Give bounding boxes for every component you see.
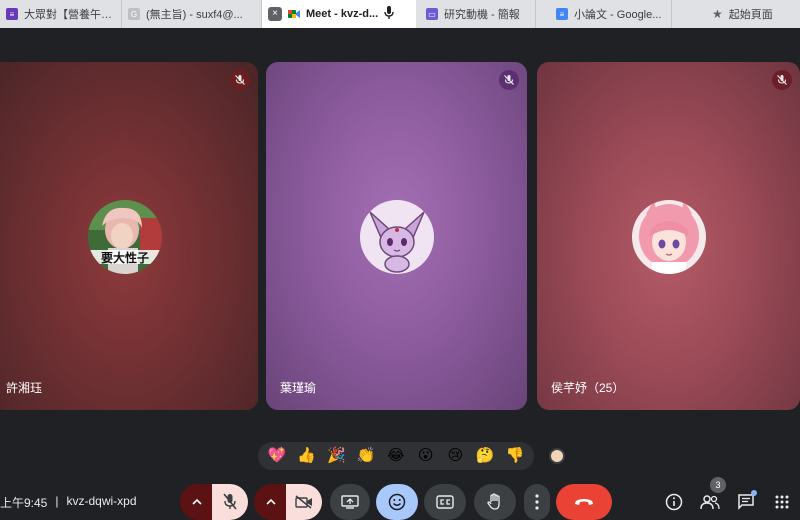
tab-title: (無主旨) - suxf4@... xyxy=(146,9,243,21)
people-count-badge: 3 xyxy=(710,477,726,493)
close-tab-icon[interactable]: × xyxy=(268,7,282,21)
emoji-icon xyxy=(388,493,406,511)
chat-notification-dot xyxy=(751,490,757,496)
meeting-separator: | xyxy=(55,494,59,508)
reaction-surprised[interactable]: 😮 xyxy=(415,445,437,467)
video-options-button[interactable] xyxy=(254,484,288,520)
more-vert-icon xyxy=(535,494,539,510)
closed-captions-icon xyxy=(436,495,454,509)
raise-hand-icon xyxy=(487,493,500,510)
tab-forms[interactable]: ≡ 大眾對【營養午餐種... xyxy=(0,0,122,28)
reaction-clap[interactable]: 👏 xyxy=(355,445,377,467)
tab-slides[interactable]: ▭ 研究動機 - 簡報 xyxy=(416,0,536,28)
participant-tile[interactable]: 葉瑾瑜 xyxy=(266,62,527,410)
present-icon xyxy=(341,495,359,509)
hang-up-icon xyxy=(575,499,593,505)
raise-hand-button[interactable] xyxy=(474,484,516,520)
reaction-party-popper[interactable]: 🎉 xyxy=(325,445,347,467)
tab-title: 小論文 - Google... xyxy=(574,9,662,21)
avatar-caption: 要大性子 xyxy=(100,251,149,265)
meet-icon xyxy=(288,8,300,20)
reactions-bar: 💖 👍 🎉 👏 😂 😮 😢 🤔 👎 xyxy=(258,442,534,470)
more-options-button[interactable] xyxy=(524,484,550,520)
mic-off-icon xyxy=(772,70,792,90)
activities-button[interactable] xyxy=(769,489,795,515)
grid-icon xyxy=(775,495,789,509)
meeting-stage: 要大性子 許湘珏 葉瑾瑜 侯芊妤（25） 💖 👍 🎉 👏 😂 😮 😢 🤔 👎 上… xyxy=(0,28,800,520)
tab-gmail[interactable]: G (無主旨) - suxf4@... xyxy=(122,0,262,28)
star-icon: ★ xyxy=(712,7,723,21)
tab-title: Meet - kvz-d... xyxy=(306,8,379,20)
present-screen-button[interactable] xyxy=(330,484,370,520)
meeting-details-button[interactable] xyxy=(661,489,687,515)
slides-icon: ▭ xyxy=(426,8,438,20)
reactions-button[interactable] xyxy=(376,484,418,520)
meeting-info: 上午9:45 | kvz-dqwi-xpd xyxy=(0,494,137,511)
microphone-toggle-button[interactable] xyxy=(212,484,248,520)
chevron-up-icon xyxy=(192,498,202,505)
tab-title: 起始頁面 xyxy=(728,9,773,21)
participant-name: 侯芊妤（25） xyxy=(551,381,625,395)
tab-meet[interactable]: × Meet - kvz-d... xyxy=(262,0,416,28)
tab-start-page[interactable]: ★ 起始頁面 xyxy=(672,0,800,28)
audio-options-button[interactable] xyxy=(180,484,214,520)
tab-title: 大眾對【營養午餐種... xyxy=(24,9,115,21)
person-avatar: 要大性子 xyxy=(88,200,162,274)
reaction-heart[interactable]: 💖 xyxy=(266,445,288,467)
camera-toggle-button[interactable] xyxy=(286,484,322,520)
mic-off-icon xyxy=(223,493,237,510)
espeon-avatar xyxy=(359,200,434,274)
reaction-thinking[interactable]: 🤔 xyxy=(474,445,496,467)
participant-tile[interactable]: 侯芊妤（25） xyxy=(537,62,800,410)
leave-call-button[interactable] xyxy=(556,484,612,520)
people-icon xyxy=(700,495,720,510)
browser-tab-strip: ≡ 大眾對【營養午餐種... G (無主旨) - suxf4@... × Mee… xyxy=(0,0,800,28)
tab-docs[interactable]: ≡ 小論文 - Google... xyxy=(536,0,672,28)
gmail-icon: G xyxy=(128,8,140,20)
participant-tile[interactable]: 要大性子 許湘珏 xyxy=(0,62,258,410)
tab-mic-icon xyxy=(384,5,396,23)
reaction-sad[interactable]: 😢 xyxy=(444,445,466,467)
meeting-code: kvz-dqwi-xpd xyxy=(66,494,137,508)
forms-icon: ≡ xyxy=(6,8,18,20)
mic-off-icon xyxy=(499,70,519,90)
chevron-up-icon xyxy=(266,498,276,505)
anime-girl-avatar xyxy=(631,200,706,274)
tab-title: 研究動機 - 簡報 xyxy=(444,9,520,21)
chat-button[interactable] xyxy=(733,489,759,515)
participant-name: 許湘珏 xyxy=(6,381,43,395)
mic-off-icon xyxy=(230,70,250,90)
skin-tone-selector[interactable] xyxy=(549,448,565,464)
captions-button[interactable] xyxy=(424,484,466,520)
docs-icon: ≡ xyxy=(556,8,568,20)
people-button[interactable]: 3 xyxy=(697,477,726,515)
reaction-thumbs-up[interactable]: 👍 xyxy=(296,445,318,467)
info-icon xyxy=(665,493,683,511)
participant-name: 葉瑾瑜 xyxy=(280,381,317,395)
reaction-laugh[interactable]: 😂 xyxy=(385,445,407,467)
meeting-time: 上午9:45 xyxy=(0,496,48,510)
reaction-thumbs-down[interactable]: 👎 xyxy=(504,445,526,467)
camera-off-icon xyxy=(295,495,312,509)
